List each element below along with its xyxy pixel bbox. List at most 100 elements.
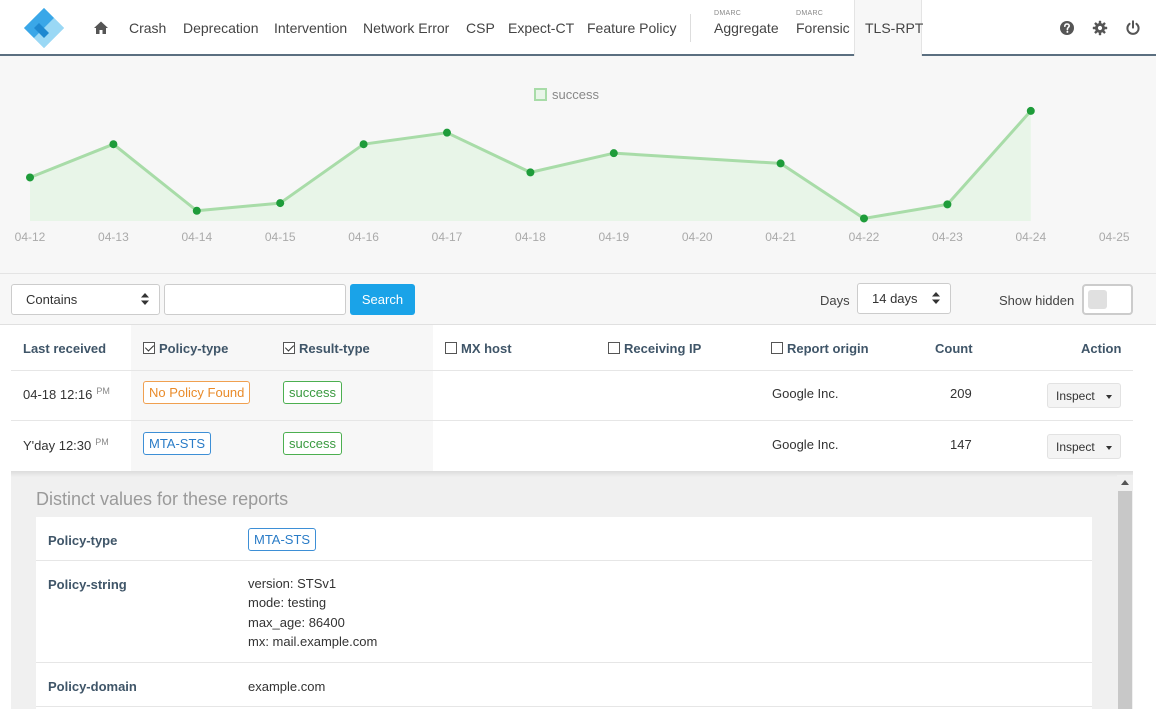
panel-shadow	[11, 471, 1133, 477]
nav-deprecation[interactable]: Deprecation	[183, 0, 259, 54]
nav-tls-rpt[interactable]: TLS-RPT	[865, 0, 923, 54]
data-point-04-17[interactable]	[443, 128, 451, 137]
detail-key-policy-domain: Policy-domain	[48, 679, 137, 694]
data-point-04-18[interactable]	[526, 168, 535, 177]
caret-down-icon	[1106, 446, 1112, 450]
data-point-04-23[interactable]	[943, 200, 952, 209]
nav-dmarc-forensic-sup: DMARC	[796, 10, 824, 17]
data-point-04-19[interactable]	[609, 149, 618, 158]
data-point-04-16[interactable]	[359, 140, 368, 149]
detail-key-policy-type: Policy-type	[48, 533, 118, 548]
row-2-inspect-button[interactable]: Inspect	[1047, 434, 1121, 459]
detail-divider	[36, 706, 1092, 707]
x-tick-label: 04-20	[682, 230, 713, 244]
scroll-up-icon[interactable]	[1121, 480, 1129, 485]
col-action: Action	[1081, 341, 1122, 356]
gear-icon[interactable]	[1092, 20, 1108, 36]
data-point-04-22[interactable]	[860, 214, 868, 223]
row-2-origin: Google Inc.	[772, 437, 839, 452]
data-point-04-15[interactable]	[276, 199, 285, 208]
series-area	[30, 110, 1031, 221]
x-tick-label: 04-23	[932, 230, 963, 244]
col-report-origin[interactable]: Report origin	[771, 341, 869, 356]
x-tick-label: 04-13	[98, 230, 129, 244]
mx-host-checkbox[interactable]	[445, 342, 457, 354]
app-logo[interactable]	[20, 6, 68, 50]
nav-intervention[interactable]: Intervention	[274, 0, 347, 54]
policy-string-line: mx: mail.example.com	[248, 633, 378, 649]
data-point-04-21[interactable]	[776, 159, 785, 168]
nav-network-error[interactable]: Network Error	[363, 0, 449, 54]
nav-dmarc-forensic[interactable]: DMARC Forensic	[796, 0, 852, 54]
nav-dmarc-aggregate-sup: DMARC	[714, 10, 742, 17]
policy-string-line: mode: testing	[248, 595, 327, 611]
col-count[interactable]: Count	[935, 341, 973, 356]
x-tick-label: 04-16	[348, 230, 379, 244]
x-tick-label: 04-17	[432, 230, 463, 244]
chart-legend: success	[534, 87, 599, 102]
scroll-thumb[interactable]	[1118, 491, 1132, 709]
match-select[interactable]: Contains	[11, 284, 160, 315]
detail-key-policy-string: Policy-string	[48, 577, 127, 592]
col-mx-host[interactable]: MX host	[445, 341, 512, 356]
home-icon[interactable]	[93, 20, 109, 36]
show-hidden-label: Show hidden	[999, 293, 1075, 308]
power-icon[interactable]	[1125, 20, 1141, 36]
search-button[interactable]: Search	[350, 284, 415, 315]
col-policy-type[interactable]: Policy-type	[143, 341, 228, 356]
select-arrows-icon	[141, 293, 149, 305]
policy-string-line: max_age: 86400	[248, 614, 345, 630]
help-icon[interactable]	[1059, 20, 1075, 36]
col-last-received[interactable]: Last received	[23, 341, 106, 356]
row-1-inspect-button[interactable]: Inspect	[1047, 383, 1121, 408]
x-tick-label: 04-25	[1099, 230, 1130, 244]
detail-divider	[36, 662, 1092, 663]
show-hidden-toggle[interactable]	[1082, 284, 1133, 315]
detail-policy-string-value: version: STSv1 mode: testing max_age: 86…	[248, 574, 377, 651]
col-result-type[interactable]: Result-type	[283, 341, 370, 356]
nav-csp[interactable]: CSP	[466, 0, 495, 54]
legend-label[interactable]: success	[552, 87, 599, 102]
row-2-policy-badge[interactable]: MTA-STS	[143, 432, 212, 455]
policy-string-line: version: STSv1	[248, 576, 337, 591]
row-2-ampm: PM	[95, 437, 109, 447]
receiving-ip-checkbox[interactable]	[608, 342, 620, 354]
match-select-value: Contains	[26, 292, 78, 307]
top-nav: Crash Deprecation Intervention Network E…	[0, 0, 1156, 56]
row-2-result-badge[interactable]: success	[283, 432, 342, 455]
col-receiving-ip[interactable]: Receiving IP	[608, 341, 701, 356]
data-point-04-24[interactable]	[1026, 106, 1035, 115]
detail-divider	[36, 560, 1092, 561]
days-select-value: 14 days	[872, 291, 918, 306]
data-point-04-12[interactable]	[26, 173, 34, 182]
nav-expect-ct[interactable]: Expect-CT	[508, 0, 574, 54]
row-1-result-badge[interactable]: success	[283, 381, 342, 404]
detail-policy-type-badge[interactable]: MTA-STS	[248, 528, 317, 551]
row-1-policy-badge[interactable]: No Policy Found	[143, 381, 251, 404]
legend-swatch[interactable]	[534, 88, 547, 101]
search-input[interactable]	[164, 284, 346, 315]
col-result-type-label: Result-type	[299, 341, 370, 356]
row-1-origin: Google Inc.	[772, 386, 839, 401]
row-divider	[11, 370, 1133, 371]
row-1-count: 209	[950, 386, 972, 401]
row-1-ampm: PM	[96, 386, 110, 396]
filter-bar: Contains Search Days 14 days Show hidden	[0, 274, 1156, 325]
data-point-04-14[interactable]	[192, 206, 201, 215]
x-tick-label: 04-12	[15, 230, 46, 244]
row-1-date: 04-18 12:16	[23, 387, 93, 402]
nav-dmarc-aggregate[interactable]: DMARC Aggregate	[714, 0, 784, 54]
nav-crash[interactable]: Crash	[129, 0, 166, 54]
col-report-origin-label: Report origin	[787, 341, 869, 356]
details-panel: Distinct values for these reports Policy…	[11, 471, 1133, 717]
report-origin-checkbox[interactable]	[771, 342, 783, 354]
toggle-knob	[1088, 290, 1107, 309]
details-scrollbar[interactable]	[1117, 475, 1133, 709]
caret-down-icon	[1106, 395, 1112, 399]
days-select[interactable]: 14 days	[857, 283, 951, 314]
data-point-04-13[interactable]	[109, 140, 118, 149]
x-tick-label: 04-24	[1015, 230, 1046, 244]
policy-type-checkbox[interactable]	[143, 342, 155, 354]
nav-feature-policy[interactable]: Feature Policy	[587, 0, 676, 54]
result-type-checkbox[interactable]	[283, 342, 295, 354]
